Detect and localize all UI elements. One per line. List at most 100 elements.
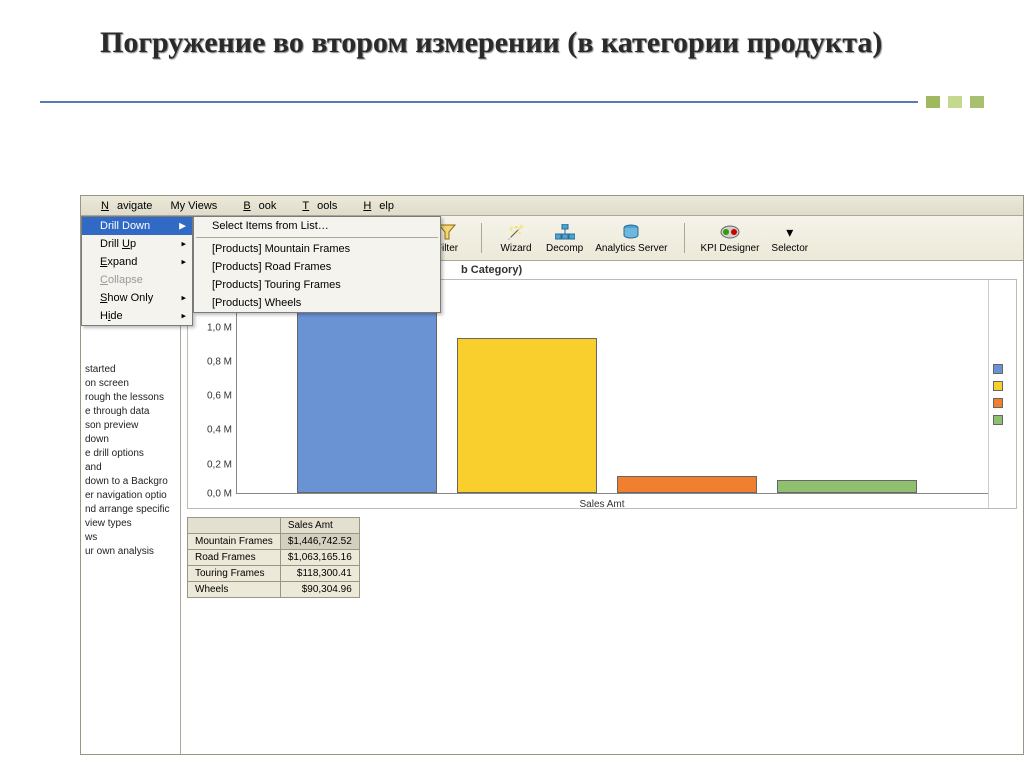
submenu-arrow-icon: ▸ [181,293,186,304]
toolbar-separator [684,223,685,253]
legend-item [993,398,1012,408]
submenu-product-item[interactable]: [Products] Mountain Frames [194,240,440,258]
decomp-icon [555,222,575,242]
row-value: $118,300.41 [280,566,359,582]
y-tick: 0,2 M [207,459,232,470]
decor-square [948,96,962,108]
table-row[interactable]: Touring Frames $118,300.41 [188,566,360,582]
navigate-dropdown: Drill Down▶ Drill Up▸ Expand▸ Collapse S… [81,216,193,326]
side-item[interactable]: down to a Backgro [85,476,178,487]
chart-legend [988,280,1016,508]
table-row[interactable]: Wheels $90,304.96 [188,582,360,598]
app-window: Navigate My Views Book Tools Help AZ↓ So… [80,195,1024,755]
menu-expand[interactable]: Expand▸ [82,253,192,271]
legend-item [993,415,1012,425]
analytics-button[interactable]: Analytics Server [595,222,667,254]
row-label: Touring Frames [188,566,281,582]
decor-square [970,96,984,108]
submenu-arrow-icon: ▸ [181,239,186,250]
divider [40,96,984,108]
menu-separator [196,237,438,238]
y-tick: 0,8 M [207,357,232,368]
submenu-arrow-icon: ▶ [179,221,186,232]
kpi-button[interactable]: KPI Designer [701,222,760,254]
y-tick: 0,6 M [207,391,232,402]
row-value: $1,063,165.16 [280,550,359,566]
menu-hide[interactable]: Hide▸ [82,307,192,325]
submenu-product-item[interactable]: [Products] Road Frames [194,258,440,276]
side-item[interactable]: e through data [85,406,178,417]
divider-line [40,101,918,103]
wizard-button[interactable]: 🪄 Wizard [498,222,534,254]
submenu-arrow-icon: ▸ [181,257,186,268]
table-row[interactable]: Road Frames $1,063,165.16 [188,550,360,566]
bar-touring-frames[interactable] [617,476,757,493]
menu-help[interactable]: Help [347,198,402,214]
menu-navigate[interactable]: Navigate [85,198,160,214]
side-item[interactable]: rough the lessons [85,392,178,403]
side-item[interactable]: son preview [85,420,178,431]
side-item[interactable]: started [85,364,178,375]
table-row[interactable]: Mountain Frames $1,446,742.52 [188,534,360,550]
chart-pane: b Category) 1,2 M 1,0 M 0,8 M 0,6 M 0,4 … [181,261,1023,754]
submenu-arrow-icon: ▸ [181,311,186,322]
analytics-icon [621,222,641,242]
menu-drill-down[interactable]: Drill Down▶ [82,217,192,235]
selector-label: Selector [771,243,808,254]
row-label: Mountain Frames [188,534,281,550]
kpi-icon [720,222,740,242]
legend-item [993,381,1012,391]
side-panel: started on screen rough the lessons e th… [81,261,181,754]
menu-collapse: Collapse [82,271,192,289]
menu-drill-up[interactable]: Drill Up▸ [82,235,192,253]
submenu-select-from-list[interactable]: Select Items from List… [194,217,440,235]
row-label: Wheels [188,582,281,598]
side-item[interactable]: on screen [85,378,178,389]
drill-down-submenu: Select Items from List… [Products] Mount… [193,216,441,313]
menubar: Navigate My Views Book Tools Help [81,196,1023,216]
row-value: $90,304.96 [280,582,359,598]
analytics-label: Analytics Server [595,243,667,254]
legend-swatch-green [993,415,1003,425]
wizard-label: Wizard [500,243,531,254]
side-item[interactable]: ws [85,532,178,543]
side-item[interactable]: down [85,434,178,445]
row-label: Road Frames [188,550,281,566]
side-item[interactable]: er navigation optio [85,490,178,501]
side-item[interactable]: nd arrange specific [85,504,178,515]
kpi-label: KPI Designer [701,243,760,254]
x-axis-label: Sales Amt [188,499,1016,510]
slide-title: Погружение во втором измерении (в катего… [0,0,1024,66]
decomp-label: Decomp [546,243,583,254]
selector-icon: ▾ [780,222,800,242]
submenu-product-item[interactable]: [Products] Touring Frames [194,276,440,294]
menu-tools[interactable]: Tools [286,198,345,214]
side-item[interactable]: ur own analysis [85,546,178,557]
bar-wheels[interactable] [777,480,917,493]
y-tick: 0,4 M [207,425,232,436]
menu-book[interactable]: Book [227,198,284,214]
side-item[interactable]: view types [85,518,178,529]
row-value: $1,446,742.52 [280,534,359,550]
toolbar-separator [481,223,482,253]
legend-swatch-yellow [993,381,1003,391]
menu-show-only[interactable]: Show Only▸ [82,289,192,307]
decomp-button[interactable]: Decomp [546,222,583,254]
wizard-icon: 🪄 [506,222,526,242]
side-item[interactable]: and [85,462,178,473]
menu-myviews[interactable]: My Views [162,198,225,214]
chart-body: 1,2 M 1,0 M 0,8 M 0,6 M 0,4 M 0,2 M 0,0 … [187,279,1017,509]
legend-item [993,364,1012,374]
table-corner [188,518,281,534]
bar-road-frames[interactable] [457,338,597,493]
data-table: Sales Amt Mountain Frames $1,446,742.52 … [187,517,360,598]
legend-swatch-orange [993,398,1003,408]
decor-square [926,96,940,108]
submenu-product-item[interactable]: [Products] Wheels [194,294,440,312]
table-header[interactable]: Sales Amt [280,518,359,534]
main-area: started on screen rough the lessons e th… [81,261,1023,754]
selector-button[interactable]: ▾ Selector [771,222,808,254]
side-item[interactable]: e drill options [85,448,178,459]
y-axis: 1,2 M 1,0 M 0,8 M 0,6 M 0,4 M 0,2 M 0,0 … [188,280,236,508]
legend-swatch-blue [993,364,1003,374]
